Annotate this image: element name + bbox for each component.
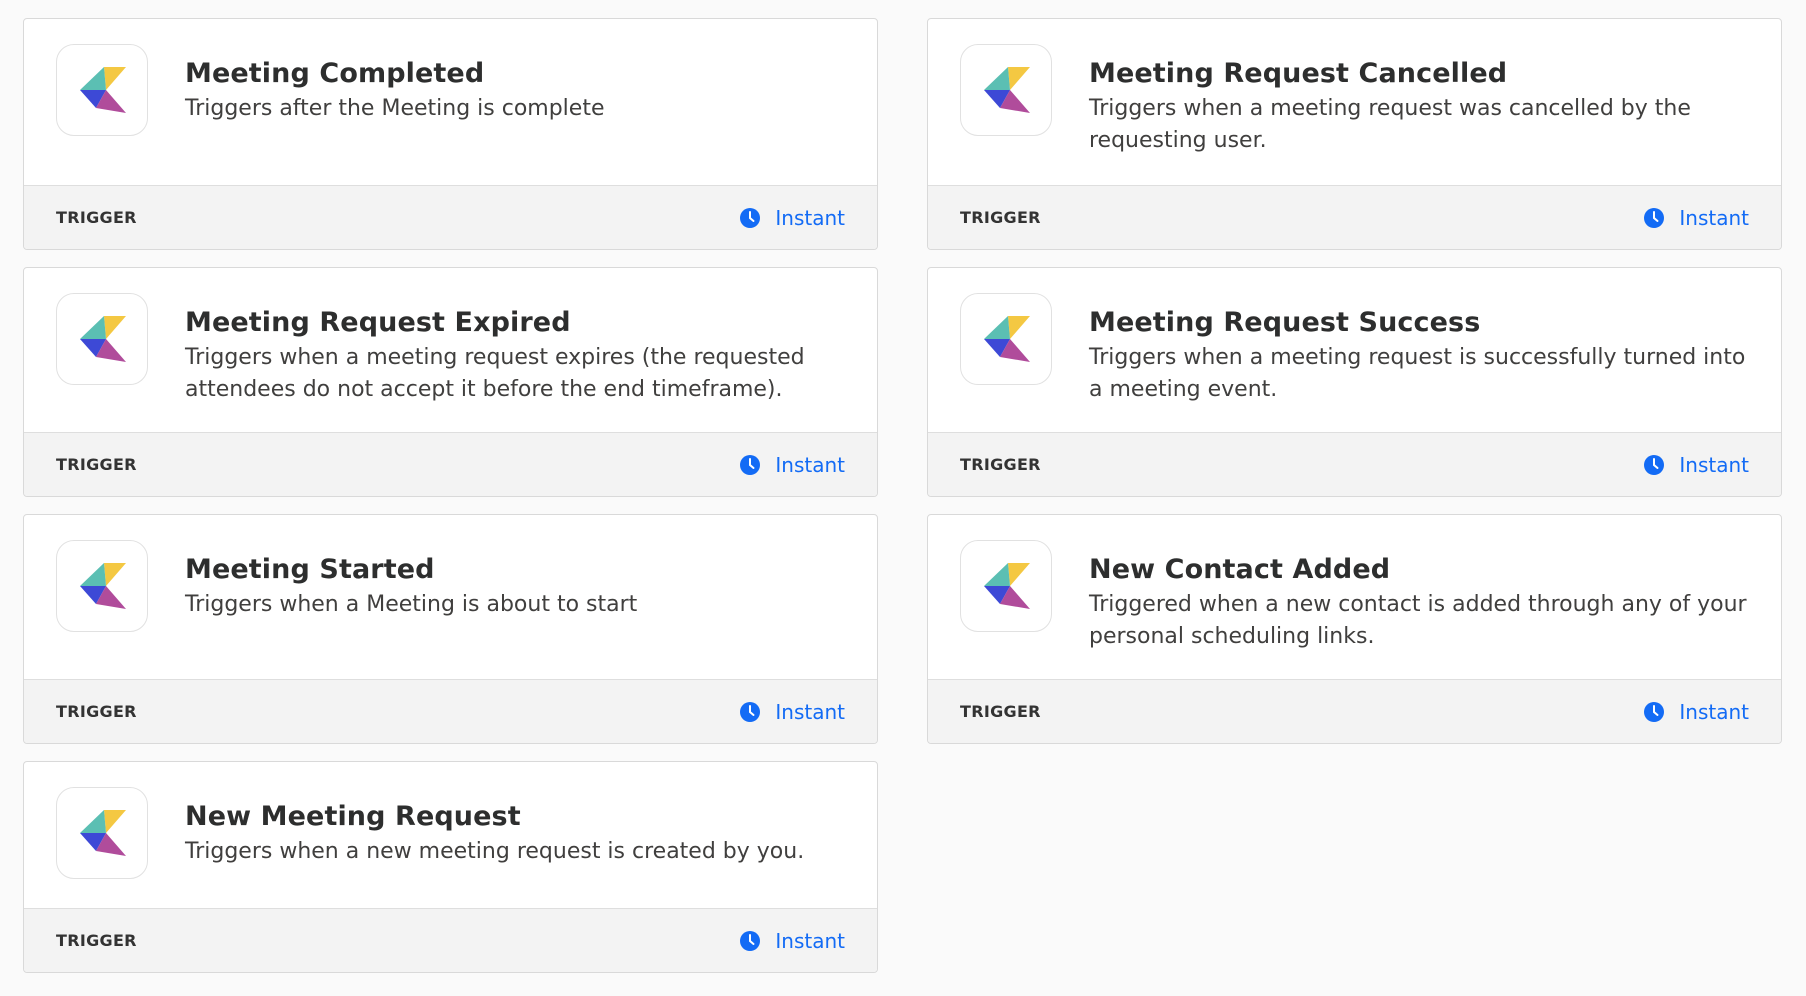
- card-body: Meeting Request Success Triggers when a …: [928, 268, 1781, 432]
- clock-icon: [1644, 454, 1665, 475]
- card-body: Meeting Request Cancelled Triggers when …: [928, 19, 1781, 185]
- instant-label: Instant: [1679, 452, 1749, 477]
- card-text: Meeting Request Cancelled Triggers when …: [1089, 57, 1753, 157]
- trigger-card-new-contact-added[interactable]: New Contact Added Triggered when a new c…: [927, 514, 1782, 744]
- instant-label: Instant: [1679, 205, 1749, 230]
- card-text: Meeting Completed Triggers after the Mee…: [185, 57, 849, 125]
- card-type-label: TRIGGER: [960, 702, 1041, 721]
- trigger-card-meeting-started[interactable]: Meeting Started Triggers when a Meeting …: [23, 514, 878, 744]
- card-description: Triggers when a meeting request was canc…: [1089, 96, 1691, 153]
- card-footer: TRIGGER Instant: [24, 908, 877, 972]
- card-title: New Meeting Request: [185, 801, 521, 832]
- card-body: New Meeting Request Triggers when a new …: [24, 762, 877, 908]
- card-text: New Meeting Request Triggers when a new …: [185, 800, 849, 868]
- app-logo-icon: [56, 293, 148, 385]
- card-type-label: TRIGGER: [56, 702, 137, 721]
- card-footer: TRIGGER Instant: [24, 185, 877, 249]
- card-footer: TRIGGER Instant: [24, 679, 877, 743]
- instant-label: Instant: [775, 452, 845, 477]
- card-title: New Contact Added: [1089, 554, 1391, 585]
- instant-label: Instant: [775, 928, 845, 953]
- clock-icon: [1644, 701, 1665, 722]
- card-description: Triggers after the Meeting is complete: [185, 96, 605, 121]
- card-type-label: TRIGGER: [56, 208, 137, 227]
- card-type-label: TRIGGER: [56, 931, 137, 950]
- card-text: Meeting Started Triggers when a Meeting …: [185, 553, 849, 621]
- instant-badge: Instant: [739, 206, 845, 230]
- instant-badge: Instant: [739, 700, 845, 724]
- card-type-label: TRIGGER: [960, 455, 1041, 474]
- card-type-label: TRIGGER: [960, 208, 1041, 227]
- instant-label: Instant: [1679, 699, 1749, 724]
- instant-badge: Instant: [739, 453, 845, 477]
- card-title: Meeting Request Success: [1089, 307, 1481, 338]
- card-text: New Contact Added Triggered when a new c…: [1089, 553, 1753, 653]
- card-title: Meeting Request Cancelled: [1089, 58, 1508, 89]
- card-description: Triggers when a meeting request expires …: [185, 345, 805, 402]
- instant-badge: Instant: [1643, 206, 1749, 230]
- card-body: New Contact Added Triggered when a new c…: [928, 515, 1781, 679]
- card-body: Meeting Request Expired Triggers when a …: [24, 268, 877, 432]
- instant-badge: Instant: [1643, 700, 1749, 724]
- app-logo-icon: [960, 540, 1052, 632]
- clock-icon: [1644, 207, 1665, 228]
- app-logo-icon: [960, 293, 1052, 385]
- trigger-card-meeting-completed[interactable]: Meeting Completed Triggers after the Mee…: [23, 18, 878, 250]
- app-logo-icon: [56, 540, 148, 632]
- app-logo-icon: [56, 44, 148, 136]
- trigger-card-grid: Meeting Completed Triggers after the Mee…: [23, 18, 1782, 973]
- card-footer: TRIGGER Instant: [928, 185, 1781, 249]
- card-description: Triggers when a meeting request is succe…: [1089, 345, 1746, 402]
- card-title: Meeting Started: [185, 554, 435, 585]
- app-logo-icon: [56, 787, 148, 879]
- trigger-card-new-meeting-request[interactable]: New Meeting Request Triggers when a new …: [23, 761, 878, 973]
- card-title: Meeting Request Expired: [185, 307, 571, 338]
- card-description: Triggered when a new contact is added th…: [1089, 592, 1747, 649]
- card-footer: TRIGGER Instant: [928, 432, 1781, 496]
- instant-badge: Instant: [1643, 453, 1749, 477]
- trigger-card-meeting-request-success[interactable]: Meeting Request Success Triggers when a …: [927, 267, 1782, 497]
- card-text: Meeting Request Success Triggers when a …: [1089, 306, 1753, 406]
- instant-label: Instant: [775, 699, 845, 724]
- trigger-card-meeting-request-expired[interactable]: Meeting Request Expired Triggers when a …: [23, 267, 878, 497]
- clock-icon: [740, 930, 761, 951]
- trigger-card-meeting-request-cancelled[interactable]: Meeting Request Cancelled Triggers when …: [927, 18, 1782, 250]
- clock-icon: [740, 454, 761, 475]
- clock-icon: [740, 207, 761, 228]
- card-title: Meeting Completed: [185, 58, 485, 89]
- card-text: Meeting Request Expired Triggers when a …: [185, 306, 849, 406]
- clock-icon: [740, 701, 761, 722]
- card-footer: TRIGGER Instant: [24, 432, 877, 496]
- instant-badge: Instant: [739, 929, 845, 953]
- card-footer: TRIGGER Instant: [928, 679, 1781, 743]
- app-logo-icon: [960, 44, 1052, 136]
- card-description: Triggers when a new meeting request is c…: [185, 839, 805, 864]
- card-body: Meeting Started Triggers when a Meeting …: [24, 515, 877, 679]
- card-body: Meeting Completed Triggers after the Mee…: [24, 19, 877, 185]
- instant-label: Instant: [775, 205, 845, 230]
- card-description: Triggers when a Meeting is about to star…: [185, 592, 638, 617]
- card-type-label: TRIGGER: [56, 455, 137, 474]
